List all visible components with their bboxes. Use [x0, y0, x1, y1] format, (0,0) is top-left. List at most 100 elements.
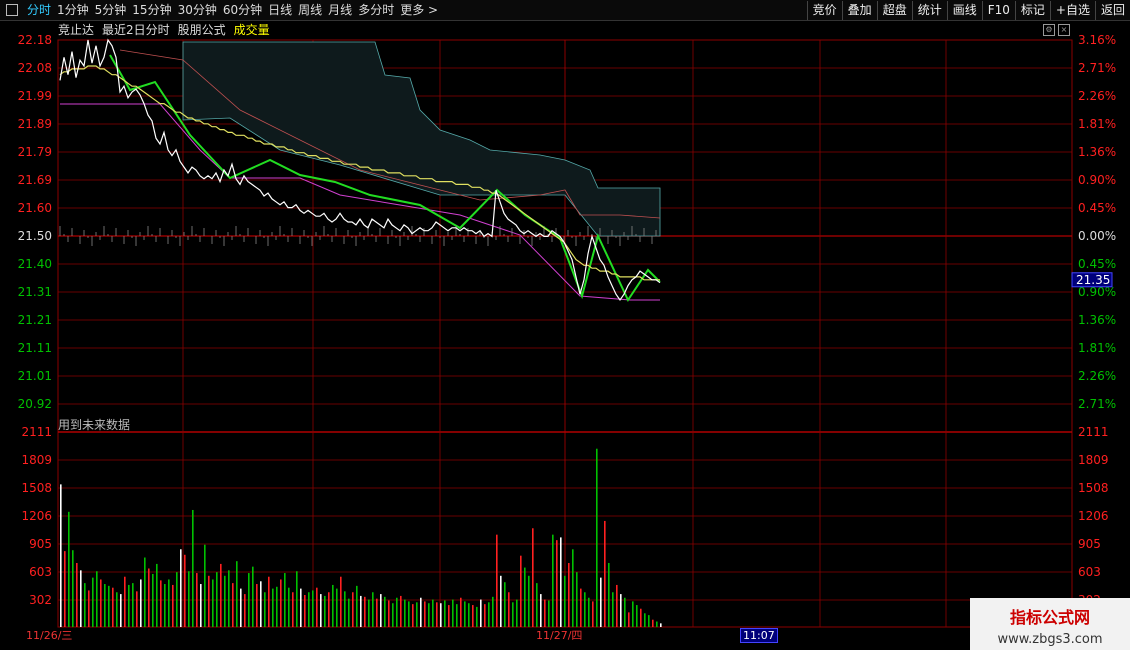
volume-tick-label: 603: [29, 565, 52, 579]
volume-bar: [96, 571, 98, 627]
volume-bar: [360, 595, 362, 627]
price-tick-label: 21.31: [18, 285, 52, 299]
volume-bar: [444, 600, 446, 627]
volume-bar: [376, 598, 378, 627]
chart-header: 竞止达 最近2日分时 股朋公式 成交量: [58, 21, 270, 39]
volume-tick-label: 905: [29, 537, 52, 551]
volume-bar: [352, 592, 354, 627]
volume-bar: [312, 590, 314, 627]
volume-bar: [388, 600, 390, 627]
volume-bar: [196, 573, 198, 627]
settings-icon[interactable]: ⚙: [1043, 24, 1055, 36]
volume-bar: [368, 599, 370, 627]
volume-bar: [260, 581, 262, 627]
volume-bar: [292, 592, 294, 627]
volume-bar: [136, 591, 138, 627]
volume-bar: [648, 615, 650, 627]
intraday-chart[interactable]: 22.18 3.16% 22.08 2.71% 21.99 2.26% 21.89 1.81%…: [0, 0, 1130, 650]
volume-bar: [520, 555, 522, 627]
volume-bar: [180, 549, 182, 627]
volume-bar: [284, 573, 286, 627]
volume-bar: [300, 588, 302, 627]
volume-bar: [576, 572, 578, 627]
volume-bar: [556, 540, 558, 627]
volume-bar: [504, 582, 506, 627]
volume-bar: [340, 576, 342, 627]
volume-bar: [472, 605, 474, 627]
volume-bar: [468, 603, 470, 627]
volume-bar: [76, 563, 78, 627]
volume-bar: [552, 534, 554, 627]
volume-bar: [240, 588, 242, 627]
volume-bar: [204, 544, 206, 627]
pct-tick-label: 0.00%: [1078, 229, 1116, 243]
price-tick-label: 22.08: [18, 61, 52, 75]
pct-tick-label: 1.81%: [1078, 341, 1116, 355]
volume-bar: [144, 557, 146, 627]
volume-bar: [536, 583, 538, 627]
volume-bar: [268, 576, 270, 627]
pct-tick-label: 0.45%: [1078, 257, 1116, 271]
volume-bar: [420, 597, 422, 627]
volume-label[interactable]: 成交量: [234, 21, 270, 39]
formula-label[interactable]: 股朋公式: [178, 21, 226, 39]
close-icon[interactable]: ×: [1058, 24, 1070, 36]
volume-bar: [304, 595, 306, 627]
volume-bar: [152, 573, 154, 627]
price-tick-label: 21.50: [18, 229, 52, 243]
volume-bar: [644, 613, 646, 627]
pct-tick-label: 1.36%: [1078, 145, 1116, 159]
price-tick-label: 21.60: [18, 201, 52, 215]
volume-bar: [548, 600, 550, 627]
volume-bar: [480, 599, 482, 627]
volume-bar: [456, 604, 458, 627]
volume-bar: [428, 603, 430, 627]
date-label: 11/26/三: [26, 629, 73, 642]
volume-bar: [148, 568, 150, 627]
volume-bar: [604, 520, 606, 627]
volume-bar: [508, 592, 510, 627]
volume-bar: [408, 601, 410, 627]
price-tick-label: 21.21: [18, 313, 52, 327]
volume-bar: [100, 579, 102, 627]
volume-tick-label: 302: [29, 593, 52, 607]
volume-bar: [524, 567, 526, 627]
volume-bar: [560, 537, 562, 627]
price-tick-label: 21.89: [18, 117, 52, 131]
volume-bar: [132, 583, 134, 627]
watermark-url: www.zbgs3.com: [997, 632, 1103, 647]
volume-bar: [356, 585, 358, 627]
volume-tick-label: 2111: [21, 425, 52, 439]
recent-days-label[interactable]: 最近2日分时: [102, 21, 170, 39]
volume-bar: [92, 577, 94, 627]
volume-bar: [404, 599, 406, 627]
volume-tick-label: 1508: [21, 481, 52, 495]
volume-bar: [216, 572, 218, 627]
volume-bar: [232, 583, 234, 627]
volume-bar: [276, 586, 278, 627]
volume-bar: [112, 587, 114, 627]
volume-tick-label: 905: [1078, 537, 1101, 551]
volume-bar: [516, 599, 518, 627]
pct-tick-label: 2.26%: [1078, 369, 1116, 383]
volume-bar: [208, 575, 210, 627]
watermark-title: 指标公式网: [1009, 608, 1090, 627]
volume-bar: [612, 592, 614, 627]
price-tick-label: 21.40: [18, 257, 52, 271]
volume-bar: [164, 584, 166, 627]
volume-bar: [424, 601, 426, 627]
volume-bar: [476, 606, 478, 627]
volume-bar: [68, 511, 70, 627]
volume-bar: [392, 603, 394, 627]
volume-bar: [452, 599, 454, 627]
volume-bar: [140, 579, 142, 627]
volume-bar: [168, 579, 170, 627]
volume-bar: [572, 549, 574, 627]
volume-bar: [384, 596, 386, 627]
volume-bar: [264, 592, 266, 627]
volume-bar: [432, 599, 434, 627]
auction-label[interactable]: 竞止达: [58, 21, 94, 39]
volume-bar: [252, 566, 254, 627]
volume-bar: [104, 584, 106, 627]
volume-bar: [320, 594, 322, 627]
